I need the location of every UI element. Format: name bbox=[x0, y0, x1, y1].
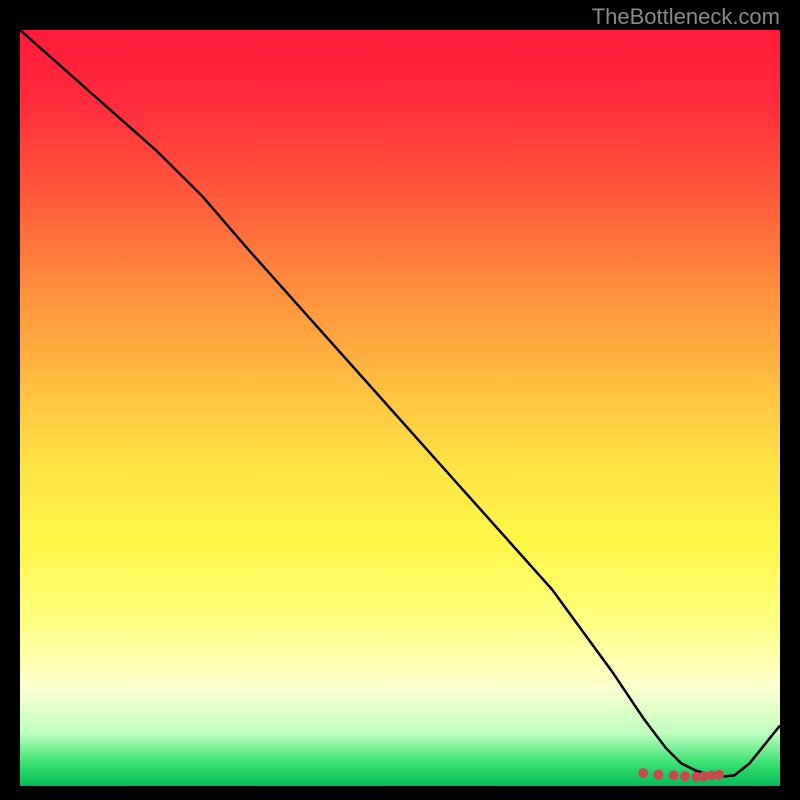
data-marker bbox=[669, 770, 679, 780]
watermark-text: TheBottleneck.com bbox=[592, 4, 780, 30]
data-markers bbox=[638, 768, 724, 782]
data-marker bbox=[653, 770, 663, 780]
data-curve bbox=[20, 30, 780, 777]
chart-container bbox=[20, 30, 780, 786]
chart-svg bbox=[20, 30, 780, 786]
data-marker bbox=[714, 770, 724, 780]
data-marker bbox=[638, 768, 648, 778]
data-marker bbox=[680, 771, 690, 781]
